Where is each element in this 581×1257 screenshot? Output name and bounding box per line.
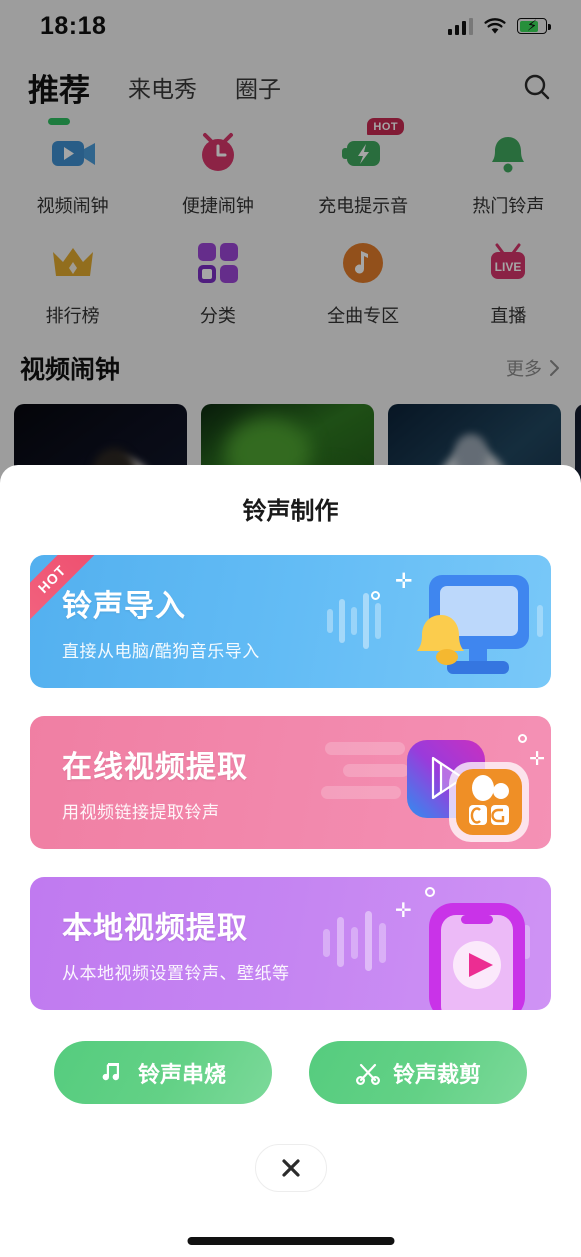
action-button-row: 铃声串烧 铃声裁剪 bbox=[0, 1041, 581, 1104]
video-app-icons: ✛ bbox=[321, 716, 551, 849]
feature-card-online-video-extract[interactable]: 在线视频提取 用视频链接提取铃声 ✛ bbox=[30, 716, 551, 849]
monitor-bell-icon: ✛ bbox=[321, 555, 551, 688]
feature-card-text: 铃声导入 直接从电脑/酷狗音乐导入 bbox=[62, 581, 260, 662]
scissors-icon bbox=[355, 1061, 381, 1085]
ringtone-maker-sheet: 铃声制作 HOT 铃声导入 直接从电脑/酷狗音乐导入 ✛ 在线视频提取 用视频链… bbox=[0, 465, 581, 1257]
feature-card-text: 在线视频提取 用视频链接提取铃声 bbox=[62, 742, 248, 823]
feature-card-subtitle: 用视频链接提取铃声 bbox=[62, 803, 220, 822]
ringtone-trim-label: 铃声裁剪 bbox=[392, 1061, 481, 1087]
feature-card-subtitle: 从本地视频设置铃声、壁纸等 bbox=[62, 964, 290, 983]
feature-card-text: 本地视频提取 从本地视频设置铃声、壁纸等 bbox=[62, 903, 290, 984]
feature-card-title: 铃声导入 bbox=[62, 590, 186, 623]
close-icon bbox=[281, 1159, 300, 1177]
phone-play-icon: ✛ bbox=[321, 877, 551, 1010]
ringtone-mashup-button[interactable]: 铃声串烧 bbox=[54, 1041, 272, 1104]
feature-card-local-video-extract[interactable]: 本地视频提取 从本地视频设置铃声、壁纸等 ✛ bbox=[30, 877, 551, 1010]
close-row bbox=[0, 1144, 581, 1192]
feature-card-title: 在线视频提取 bbox=[62, 751, 248, 784]
sheet-title: 铃声制作 bbox=[242, 498, 339, 525]
close-sheet-button[interactable] bbox=[254, 1144, 327, 1192]
feature-card-subtitle: 直接从电脑/酷狗音乐导入 bbox=[62, 642, 260, 661]
home-indicator bbox=[187, 1237, 394, 1245]
feature-card-title: 本地视频提取 bbox=[62, 912, 248, 945]
ringtone-mashup-label: 铃声串烧 bbox=[137, 1061, 226, 1087]
ringtone-trim-button[interactable]: 铃声裁剪 bbox=[309, 1041, 527, 1104]
feature-card-ringtone-import[interactable]: HOT 铃声导入 直接从电脑/酷狗音乐导入 ✛ bbox=[30, 555, 551, 688]
double-music-note-icon bbox=[100, 1061, 126, 1085]
